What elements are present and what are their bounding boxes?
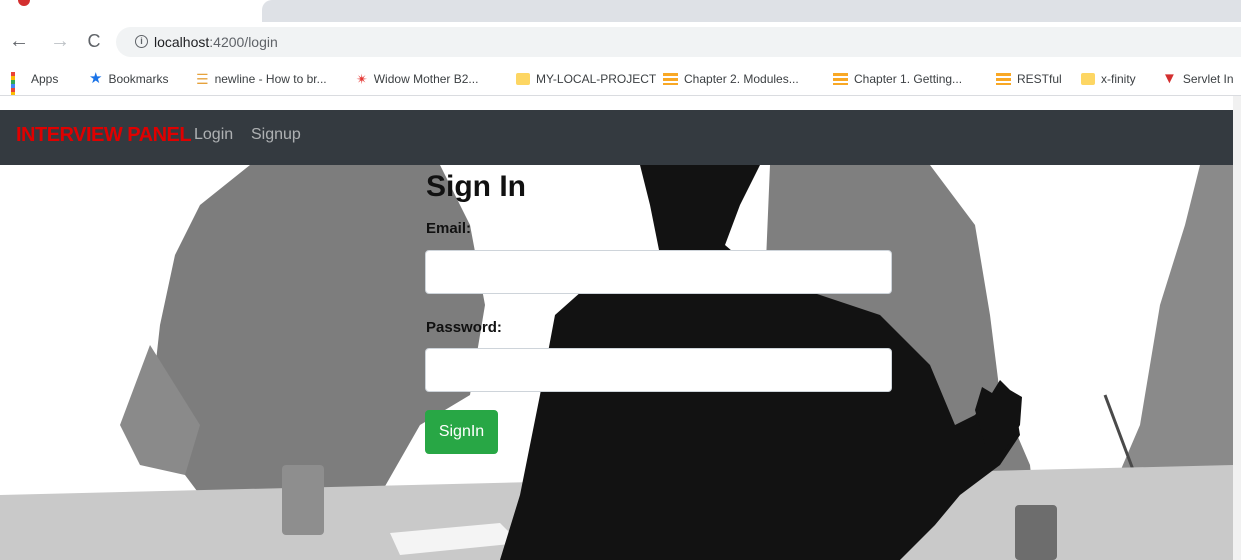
tab-favicon-icon [18, 0, 30, 6]
newline-icon: ☰ [196, 70, 209, 87]
widow-icon: ✴ [356, 70, 368, 87]
browser-toolbar: ← → C i localhost:4200/login [0, 22, 1241, 62]
bookmark-apps[interactable]: Apps [11, 70, 59, 95]
bookmark-restful[interactable]: RESTful [996, 70, 1062, 88]
lines-icon [833, 72, 848, 85]
nav-link-login[interactable]: Login [194, 126, 233, 144]
scrollbar-track[interactable] [1233, 96, 1241, 560]
left-cup [282, 465, 324, 535]
browser-tab-strip [0, 0, 1241, 22]
bookmark-label: RESTful [1017, 72, 1062, 86]
bookmark-widow-mother[interactable]: ✴ Widow Mother B2... [356, 70, 478, 88]
bookmark-x-finity[interactable]: x-finity [1081, 70, 1136, 88]
folder-icon [1081, 72, 1095, 85]
lines-icon [663, 72, 678, 85]
nav-link-signup[interactable]: Signup [251, 126, 301, 144]
bookmark-label: x-finity [1101, 72, 1136, 86]
password-label: Password: [426, 319, 502, 336]
bookmark-chapter-1[interactable]: Chapter 1. Getting... [833, 70, 962, 88]
bookmark-label: newline - How to br... [214, 72, 327, 86]
app-navbar: INTERVIEW PANEL Login Signup [0, 110, 1233, 165]
bookmark-label: Widow Mother B2... [373, 72, 479, 86]
forward-arrow-icon[interactable]: → [50, 31, 70, 51]
bookmark-label: Servlet In [1182, 72, 1234, 86]
reload-icon[interactable]: C [84, 31, 104, 51]
right-cup [1015, 505, 1057, 560]
bookmark-label: Apps [31, 72, 59, 86]
bookmark-label: Bookmarks [108, 72, 169, 86]
servlet-icon: ▼ [1162, 69, 1177, 87]
url-host: localhost [154, 34, 210, 50]
bookmark-chapter-2[interactable]: Chapter 2. Modules... [663, 70, 799, 88]
bookmark-label: MY-LOCAL-PROJECT [536, 72, 657, 86]
brand-logo[interactable]: INTERVIEW PANEL [16, 124, 192, 147]
back-arrow-icon[interactable]: ← [9, 31, 29, 51]
bookmarks-bar: Apps ★ Bookmarks ☰ newline - How to br... … [0, 62, 1241, 96]
bookmark-bookmarks[interactable]: ★ Bookmarks [89, 70, 168, 88]
url-path: :4200/login [209, 34, 278, 50]
bookmark-label: Chapter 2. Modules... [684, 72, 799, 86]
lines-icon [996, 72, 1011, 85]
folder-icon [516, 72, 530, 85]
page-title: Sign In [426, 170, 526, 203]
url-text: localhost:4200/login [154, 34, 278, 50]
bookmark-label: Chapter 1. Getting... [854, 72, 963, 86]
bookmark-servlet[interactable]: ▼ Servlet In [1162, 70, 1234, 88]
email-label: Email: [426, 220, 472, 237]
bookmark-newline[interactable]: ☰ newline - How to br... [196, 70, 327, 88]
address-bar[interactable]: i localhost:4200/login [116, 27, 1241, 57]
email-field[interactable] [425, 250, 892, 294]
far-right-pen [1103, 394, 1137, 476]
star-icon: ★ [89, 69, 103, 87]
password-field[interactable] [425, 348, 892, 392]
browser-tab[interactable] [262, 0, 1241, 22]
apps-grid-icon [11, 71, 25, 95]
signin-button[interactable]: SignIn [425, 410, 498, 454]
bookmark-my-local-project[interactable]: MY-LOCAL-PROJECT [516, 70, 656, 88]
site-info-icon[interactable]: i [135, 35, 148, 48]
